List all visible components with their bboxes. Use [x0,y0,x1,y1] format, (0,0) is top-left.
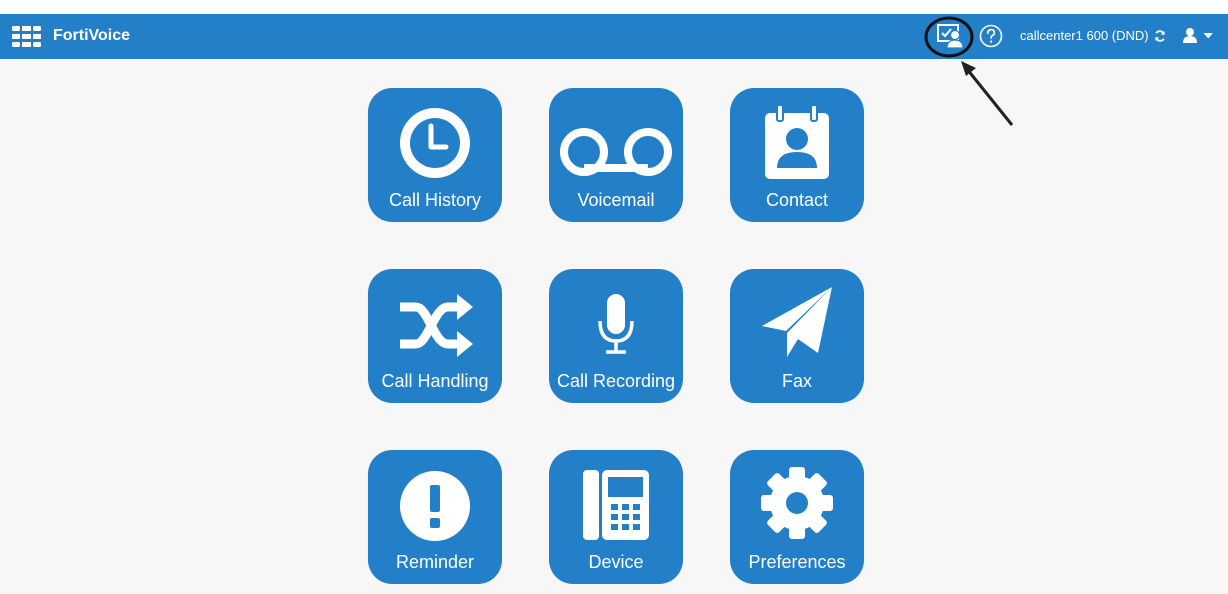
reminder-tile[interactable]: Reminder [368,450,502,584]
caret-down-icon [1203,33,1213,39]
voicemail-tile[interactable]: Voicemail [549,88,683,222]
fortinet-logo-icon[interactable] [12,26,41,47]
main-content: Call History Voicemail Contact Call Hand… [0,59,1228,594]
app-brand-title: FortiVoice [53,27,131,44]
clock-icon [400,108,470,178]
voicemail-icon [560,128,672,176]
agent-console-icon[interactable] [936,23,964,49]
call-history-tile[interactable]: Call History [368,88,502,222]
top-navbar: FortiVoice callcenter1 600 (DND) [0,14,1228,59]
user-icon [1183,28,1197,43]
exclamation-icon [400,471,470,541]
call-recording-tile[interactable]: Call Recording [549,269,683,403]
help-icon[interactable] [979,24,1003,48]
tile-label: Call History [388,190,481,210]
shuffle-icon [400,294,473,357]
user-menu-button[interactable] [1182,27,1218,45]
paper-plane-icon [762,287,832,357]
tile-label: Device [588,552,644,572]
call-handling-tile[interactable]: Call Handling [368,269,502,403]
tile-label: Contact [765,190,829,210]
preferences-tile[interactable]: Preferences [730,450,864,584]
gear-icon [761,467,833,539]
tile-label: Call Recording [556,371,676,391]
desk-phone-icon [583,470,649,540]
refresh-icon[interactable] [1154,30,1166,42]
tile-label: Preferences [748,552,846,572]
fax-tile[interactable]: Fax [730,269,864,403]
contact-tile[interactable]: Contact [730,88,864,222]
tile-label: Call Handling [381,371,489,391]
device-tile[interactable]: Device [549,450,683,584]
contact-card-icon [765,104,829,179]
microphone-icon [598,294,634,354]
tile-label: Fax [781,371,812,391]
tile-label: Reminder [395,552,475,572]
tile-label: Voicemail [577,190,655,210]
user-status-text: callcenter1 600 (DND) [1020,28,1149,43]
